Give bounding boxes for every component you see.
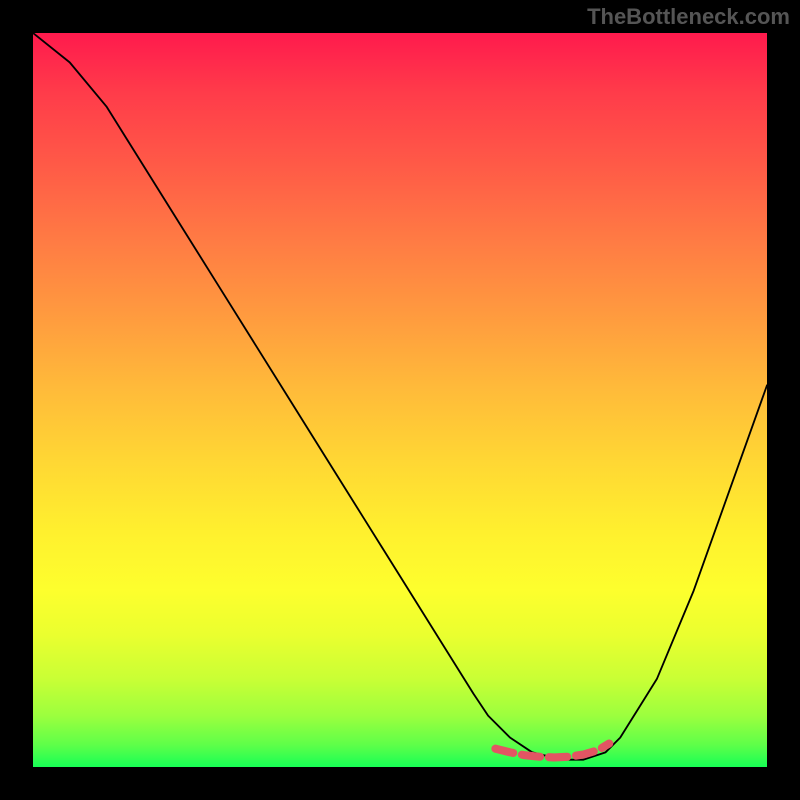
target-marker: [495, 744, 609, 758]
plot-area: [33, 33, 767, 767]
bottleneck-curve: [33, 33, 767, 760]
watermark-text: TheBottleneck.com: [587, 4, 790, 30]
chart-svg: [33, 33, 767, 767]
chart-container: TheBottleneck.com: [0, 0, 800, 800]
